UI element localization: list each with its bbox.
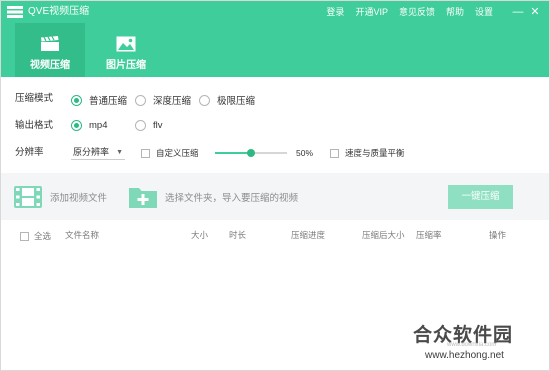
- folder-add-icon: [129, 188, 157, 208]
- mode-extreme-label: 极限压缩: [217, 96, 256, 107]
- select-folder-label: 选择文件夹，导入要压缩的视频: [165, 193, 299, 204]
- select-folder-button[interactable]: 选择文件夹，导入要压缩的视频: [128, 185, 298, 209]
- column-size: 大小: [191, 230, 209, 240]
- speed-quality-balance-label: 速度与质量平衡: [345, 148, 405, 158]
- output-format-label: 输出格式: [15, 120, 54, 131]
- custom-compress-label: 自定义压缩: [156, 148, 199, 158]
- column-compression-rate: 压缩率: [416, 230, 442, 240]
- format-flv-label: flv: [153, 120, 163, 131]
- select-all-label: 全选: [34, 231, 52, 241]
- window-controls: — ✕: [508, 6, 542, 18]
- resolution-select[interactable]: 原分辨率 ▼: [71, 145, 125, 160]
- tab-label: 视频压缩: [30, 60, 70, 71]
- watermark: 合众软件园 www.downxia.com www.hezhong.net: [411, 322, 541, 366]
- top-menu: 登录 开通VIP 意见反馈 帮助 设置 — ✕: [326, 5, 549, 19]
- mode-extreme-radio[interactable]: 极限压缩: [199, 93, 255, 107]
- column-actions: 操作: [489, 230, 507, 240]
- watermark-small-url: www.downxia.com: [447, 342, 497, 348]
- tab-video-compress[interactable]: 视频压缩: [15, 23, 85, 77]
- app-logo-icon: [7, 6, 23, 18]
- title-bar: QVE视频压缩 登录 开通VIP 意见反馈 帮助 设置 — ✕: [1, 1, 549, 23]
- mode-normal-label: 普通压缩: [89, 96, 128, 107]
- speed-quality-balance-checkbox[interactable]: 速度与质量平衡: [330, 147, 405, 159]
- watermark-url: www.hezhong.net: [425, 350, 504, 361]
- radio-selected-icon: [71, 120, 82, 131]
- radio-icon: [199, 94, 210, 106]
- custom-compress-checkbox[interactable]: 自定义压缩: [141, 147, 199, 159]
- radio-selected-icon: [71, 94, 82, 106]
- chevron-down-icon: ▼: [116, 149, 123, 156]
- feedback-link[interactable]: 意见反馈: [399, 6, 435, 18]
- tab-image-compress[interactable]: 图片压缩: [91, 23, 161, 77]
- resolution-label: 分辨率: [15, 147, 44, 158]
- select-all-checkbox[interactable]: 全选: [20, 230, 51, 242]
- action-bar: 添加视频文件 选择文件夹，导入要压缩的视频 一键压缩: [1, 173, 549, 220]
- mode-normal-radio[interactable]: 普通压缩: [71, 93, 127, 107]
- vip-link[interactable]: 开通VIP: [355, 6, 388, 18]
- format-mp4-radio[interactable]: mp4: [71, 120, 107, 131]
- mode-deep-radio[interactable]: 深度压缩: [135, 93, 191, 107]
- column-duration: 时长: [229, 230, 247, 240]
- mode-deep-label: 深度压缩: [153, 96, 192, 107]
- column-compressed-size: 压缩后大小: [362, 230, 405, 240]
- resolution-row: 分辨率 原分辨率 ▼ 自定义压缩 50% 速度与质量平衡: [15, 146, 535, 160]
- radio-icon: [135, 120, 146, 131]
- format-mp4-label: mp4: [89, 120, 108, 131]
- slider-value: 50%: [296, 148, 314, 158]
- film-icon: [14, 186, 42, 208]
- file-table-header: 全选 文件名称 大小 时长 压缩进度 压缩后大小 压缩率 操作: [1, 226, 549, 244]
- checkbox-icon: [141, 148, 150, 158]
- header: QVE视频压缩 登录 开通VIP 意见反馈 帮助 设置 — ✕ 视频压缩 图片压…: [1, 1, 549, 77]
- add-video-label: 添加视频文件: [50, 193, 108, 204]
- help-link[interactable]: 帮助: [446, 6, 464, 18]
- radio-icon: [135, 94, 146, 106]
- add-video-button[interactable]: 添加视频文件: [13, 185, 107, 209]
- app-window: QVE视频压缩 登录 开通VIP 意见反馈 帮助 设置 — ✕ 视频压缩 图片压…: [0, 0, 550, 371]
- slider-fill: [215, 152, 251, 154]
- format-flv-radio[interactable]: flv: [135, 120, 163, 131]
- image-icon: [116, 36, 136, 52]
- resolution-value: 原分辨率: [73, 147, 110, 157]
- checkbox-icon: [20, 231, 29, 241]
- clapperboard-icon: [41, 36, 59, 51]
- minimize-icon[interactable]: —: [511, 6, 525, 18]
- column-progress: 压缩进度: [291, 230, 326, 240]
- quality-slider[interactable]: [215, 149, 287, 157]
- settings-link[interactable]: 设置: [475, 6, 493, 18]
- tab-label: 图片压缩: [106, 60, 146, 71]
- one-click-compress-button[interactable]: 一键压缩: [448, 185, 513, 209]
- checkbox-icon: [330, 148, 339, 158]
- close-icon[interactable]: ✕: [528, 6, 542, 18]
- login-link[interactable]: 登录: [326, 6, 344, 18]
- slider-thumb[interactable]: [247, 149, 255, 157]
- compress-mode-row: 压缩模式 普通压缩 深度压缩 极限压缩: [15, 92, 535, 107]
- output-format-row: 输出格式 mp4 flv: [15, 119, 535, 133]
- column-file-name: 文件名称: [65, 230, 100, 240]
- compress-mode-label: 压缩模式: [15, 93, 54, 104]
- app-title: QVE视频压缩: [28, 6, 90, 17]
